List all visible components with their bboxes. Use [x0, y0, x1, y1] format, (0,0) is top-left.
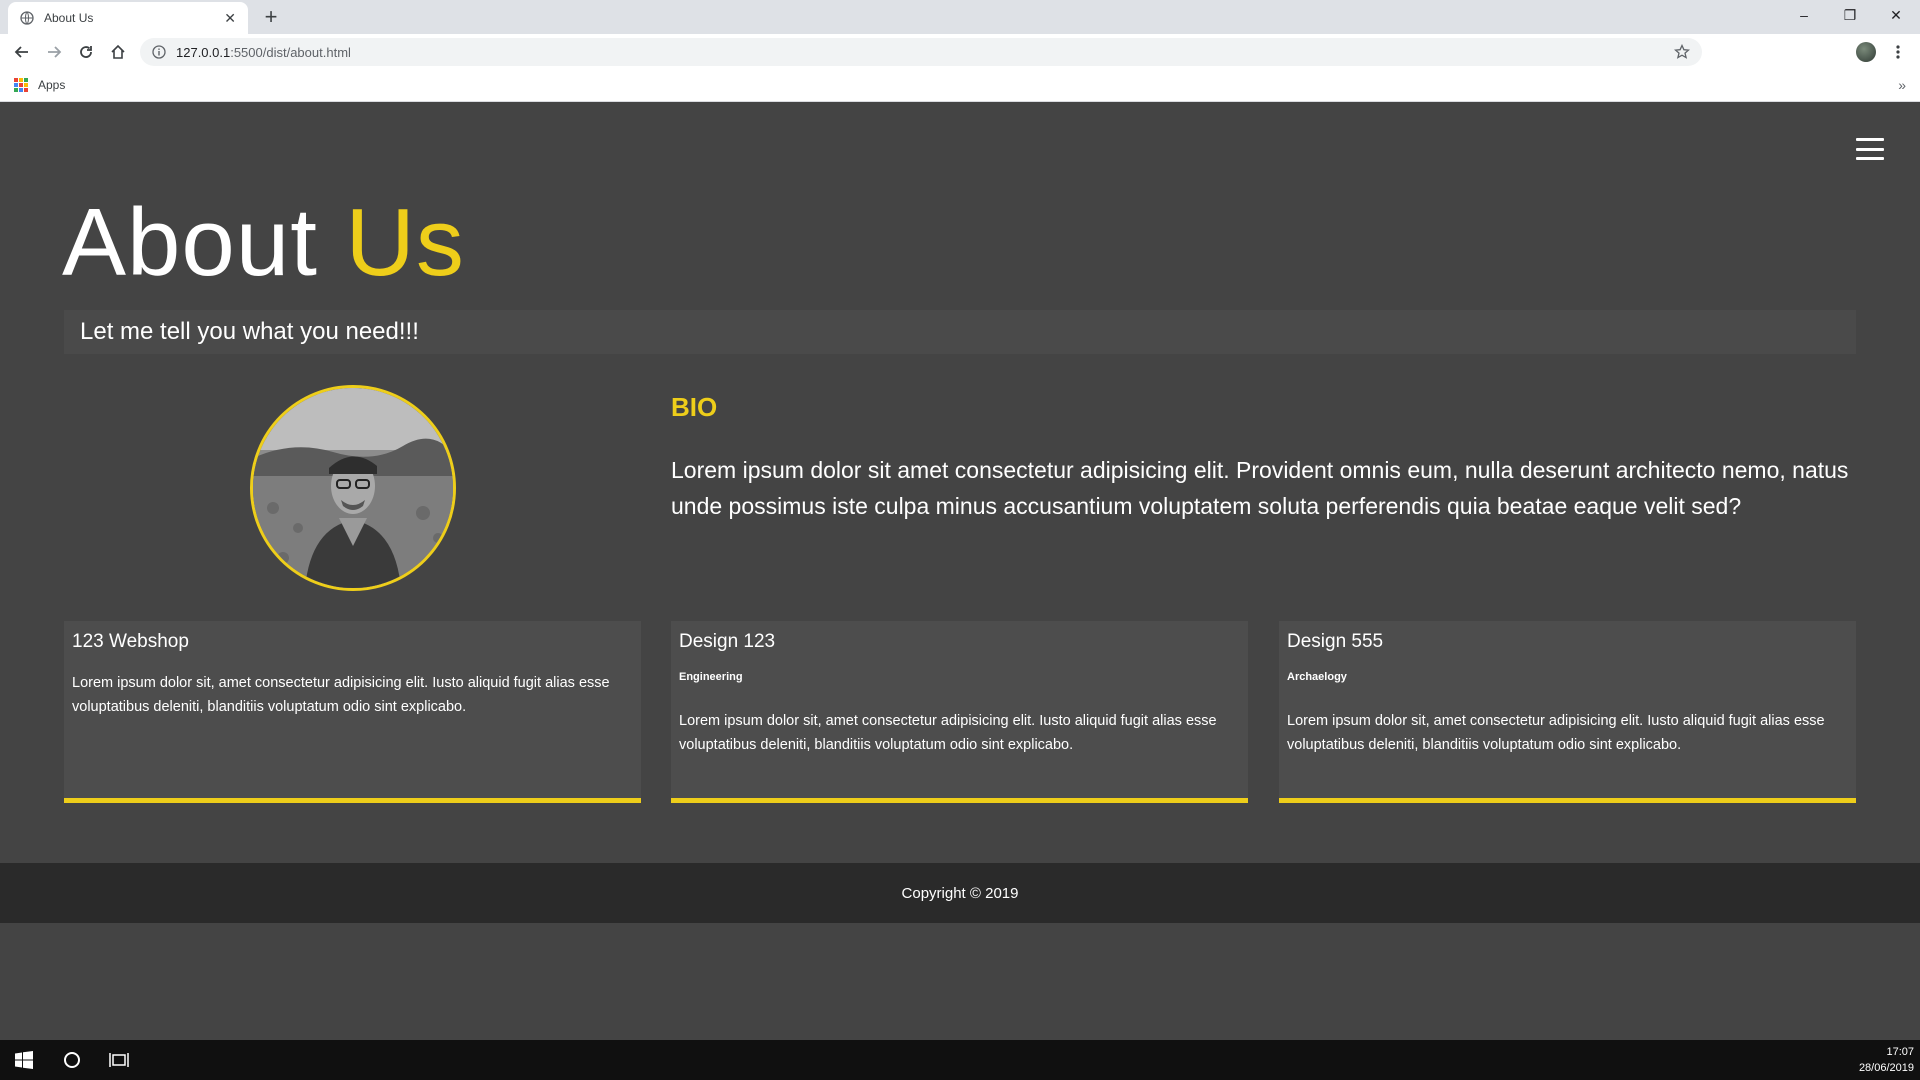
- box-text: Lorem ipsum dolor sit, amet consectetur …: [1287, 713, 1825, 753]
- box-title: 123 Webshop: [72, 631, 189, 652]
- title-accent: Us: [345, 189, 465, 296]
- page-content: About Us Let me tell you what you need!!…: [0, 102, 1920, 1040]
- globe-icon: [20, 11, 34, 25]
- profile-avatar[interactable]: [1856, 42, 1876, 62]
- bookmarks-overflow-icon[interactable]: »: [1898, 77, 1906, 93]
- feature-box-webshop: 123 Webshop Lorem ipsum dolor sit, amet …: [64, 621, 641, 803]
- feature-boxes: 123 Webshop Lorem ipsum dolor sit, amet …: [64, 621, 1856, 803]
- kebab-menu-icon[interactable]: [1890, 42, 1906, 62]
- browser-toolbar: 127.0.0.1:5500/dist/about.html: [0, 34, 1920, 70]
- box-subtitle: Engineering: [679, 671, 743, 683]
- apps-label: Apps: [38, 78, 66, 92]
- bio-heading: BIO: [671, 392, 718, 422]
- clock-time: 17:07: [1886, 1046, 1914, 1058]
- box-text: Lorem ipsum dolor sit, amet consectetur …: [679, 713, 1217, 753]
- feature-box-design-123: Design 123 Engineering Lorem ipsum dolor…: [671, 621, 1248, 803]
- info-icon[interactable]: [152, 45, 166, 59]
- browser-tab-strip: About Us ✕ + – ❐ ✕: [0, 0, 1920, 34]
- apps-shortcut[interactable]: Apps: [14, 78, 65, 92]
- bookmarks-bar: Apps »: [0, 70, 1920, 102]
- tab-title: About Us: [44, 11, 94, 25]
- windows-taskbar: 17:07 28/06/2019: [0, 1040, 1920, 1080]
- star-icon[interactable]: [1674, 44, 1690, 60]
- copyright-text: Copyright © 2019: [901, 884, 1019, 902]
- forward-icon[interactable]: [42, 40, 66, 64]
- feature-box-design-555: Design 555 Archaelogy Lorem ipsum dolor …: [1279, 621, 1856, 803]
- title-main: About: [62, 189, 318, 296]
- reload-icon[interactable]: [74, 40, 98, 64]
- new-tab-button[interactable]: +: [258, 4, 284, 30]
- box-text: Lorem ipsum dolor sit, amet consectetur …: [72, 675, 610, 715]
- close-window-button[interactable]: ✕: [1874, 0, 1918, 30]
- bio-text: Lorem ipsum dolor sit amet consectetur a…: [671, 457, 1849, 519]
- profile-photo: [250, 385, 456, 591]
- box-subtitle: Archaelogy: [1287, 671, 1347, 683]
- home-icon[interactable]: [106, 40, 130, 64]
- url-path: :5500/dist/about.html: [230, 44, 351, 60]
- minimize-button[interactable]: –: [1782, 0, 1826, 30]
- windows-start-icon[interactable]: [14, 1050, 34, 1070]
- browser-tab[interactable]: About Us ✕: [8, 2, 248, 34]
- address-bar[interactable]: 127.0.0.1:5500/dist/about.html: [140, 38, 1702, 66]
- hamburger-menu-icon[interactable]: [1856, 138, 1884, 160]
- page-title: About Us: [62, 190, 465, 296]
- clock-date: 28/06/2019: [1858, 1062, 1914, 1074]
- cortana-search-icon[interactable]: [62, 1050, 82, 1070]
- back-icon[interactable]: [10, 40, 34, 64]
- url-text: 127.0.0.1:5500/dist/about.html: [176, 45, 351, 60]
- box-title: Design 555: [1287, 631, 1384, 652]
- maximize-button[interactable]: ❐: [1828, 0, 1872, 30]
- box-title: Design 123: [679, 631, 776, 652]
- apps-grid-icon: [14, 78, 28, 92]
- url-host: 127.0.0.1: [176, 44, 231, 60]
- footer: Copyright © 2019: [0, 863, 1920, 923]
- task-view-icon[interactable]: [109, 1050, 129, 1070]
- tagline: Let me tell you what you need!!!: [64, 310, 1856, 354]
- tab-close-icon[interactable]: ✕: [224, 10, 236, 27]
- system-clock[interactable]: 17:07 28/06/2019: [1859, 1044, 1914, 1076]
